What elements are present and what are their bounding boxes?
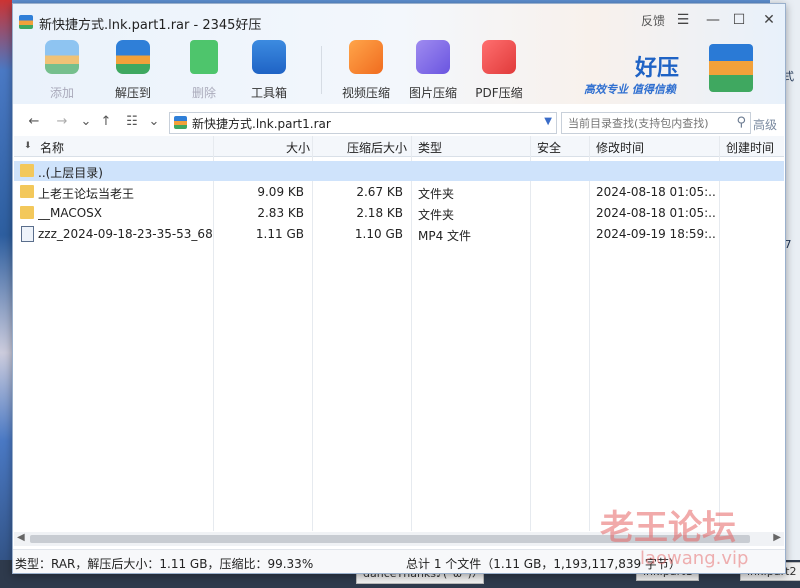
image-compress-button[interactable]: 图片压缩 [403,40,463,101]
image-icon [416,40,450,74]
add-label: 添加 [49,86,74,100]
toolbox-button[interactable]: 工具箱 [239,40,299,101]
file-name: 上老王论坛当老王 [38,187,135,201]
video-compress-label: 视频压缩 [341,86,390,100]
folder-icon [20,185,34,198]
file-list-header: ⬇ 名称 大小 压缩后大小 类型 安全 修改时间 创建时间 [14,136,784,157]
toolbox-icon [252,40,286,74]
add-button[interactable]: 添加 [32,40,92,101]
pdf-compress-label: PDF压缩 [475,86,523,100]
pdf-icon [482,40,516,74]
address-field[interactable]: 新快捷方式.lnk.part1.rar ▼ [169,112,557,134]
recycle-icon [190,40,218,74]
brand-name: 好压 [635,56,680,81]
image-compress-label: 图片压缩 [408,86,457,100]
file-type: MP4 文件 [418,229,472,243]
delete-button[interactable]: 删除 [174,40,234,101]
file-modified: 2024-08-18 01:05:... [596,206,716,220]
close-button[interactable]: ✕ [757,12,781,28]
maximize-button[interactable]: ☐ [727,12,751,28]
forward-button[interactable]: → [53,114,71,129]
desktop-left-strip [0,0,12,588]
delete-label: 删除 [191,86,216,100]
pdf-compress-button[interactable]: PDF压缩 [469,40,529,101]
column-size[interactable]: 大小 [286,139,310,156]
search-icon[interactable]: ⚲ [736,115,746,130]
scroll-left-icon[interactable]: ◀ [17,532,25,543]
toolbox-label: 工具箱 [250,86,287,100]
column-name[interactable]: 名称 [40,139,64,156]
minimize-button[interactable]: — [701,12,725,28]
file-name: __MACOSX [38,206,103,220]
file-type: 文件夹 [418,187,455,201]
file-name: zzz_2024-09-18-23-35-53_68... [38,227,213,241]
column-modified[interactable]: 修改时间 [596,139,644,156]
file-type: 文件夹 [418,208,455,222]
toolbar-divider [321,46,322,94]
extract-label: 解压到 [114,86,151,100]
folder-icon [20,164,34,177]
file-size: 9.09 KB [257,185,304,199]
video-file-icon [21,226,34,242]
archive-icon [174,116,187,129]
folder-icon [20,206,34,219]
file-size: 1.11 GB [255,227,304,241]
column-packed-size[interactable]: 压缩后大小 [347,139,407,156]
file-name: ..(上层目录) [38,166,103,180]
extract-icon [116,40,150,74]
sort-icon: ⬇ [24,141,32,151]
feedback-button[interactable]: 反馈 [641,12,665,29]
scroll-right-icon[interactable]: ▶ [773,532,781,543]
address-dropdown-icon[interactable]: ▼ [544,116,552,127]
file-packed-size: 2.18 KB [356,206,403,220]
back-button[interactable]: ← [25,114,43,129]
brand-slogan: 高效专业 值得信赖 [584,83,676,96]
view-dropdown-icon[interactable]: ⌄ [145,114,163,129]
column-created[interactable]: 创建时间 [726,139,774,156]
column-type[interactable]: 类型 [418,139,442,156]
watermark-text: 老王论坛 [600,508,736,548]
search-box[interactable]: ⚲ [561,112,751,134]
watermark-url: laowang.vip [640,548,749,569]
video-icon [349,40,383,74]
haozip-window: 新快捷方式.lnk.part1.rar - 2345好压 反馈 ☰ — ☐ ✕ … [12,3,786,574]
brand-logo-icon [709,44,753,92]
add-icon [45,40,79,74]
app-logo-icon [19,15,33,29]
address-bar: ← → ⌄ ↑ ☷ ⌄ 新快捷方式.lnk.part1.rar ▼ ⚲ 高级 [13,110,785,134]
file-packed-size: 2.67 KB [356,185,403,199]
file-list: ⬇ 名称 大小 压缩后大小 类型 安全 修改时间 创建时间 ..(上层目录) 上… [14,136,784,531]
view-mode-button[interactable]: ☷ [123,114,141,129]
up-button[interactable]: ↑ [97,114,115,129]
file-modified: 2024-09-19 18:59:... [596,227,716,241]
advanced-search-button[interactable]: 高级 [753,116,777,133]
video-compress-button[interactable]: 视频压缩 [336,40,396,101]
search-input[interactable] [566,116,730,131]
file-size: 2.83 KB [257,206,304,220]
table-row[interactable]: zzz_2024-09-18-23-35-53_68... 1.11 GB 1.… [14,224,784,244]
status-archive-info: 类型：RAR，解压后大小：1.11 GB，压缩比：99.33% [15,557,314,571]
table-row[interactable]: 上老王论坛当老王 9.09 KB 2.67 KB 文件夹 2024-08-18 … [14,182,784,202]
file-packed-size: 1.10 GB [354,227,403,241]
column-security[interactable]: 安全 [537,139,561,156]
forward-dropdown-icon[interactable]: ⌄ [77,114,95,129]
table-row[interactable]: ..(上层目录) [14,161,784,181]
address-path: 新快捷方式.lnk.part1.rar [192,117,331,131]
table-row[interactable]: __MACOSX 2.83 KB 2.18 KB 文件夹 2024-08-18 … [14,203,784,223]
menu-icon[interactable]: ☰ [671,12,695,28]
window-title: 新快捷方式.lnk.part1.rar - 2345好压 [39,18,262,33]
extract-button[interactable]: 解压到 [103,40,163,101]
file-modified: 2024-08-18 01:05:... [596,185,716,199]
title-toolbar-area: 新快捷方式.lnk.part1.rar - 2345好压 反馈 ☰ — ☐ ✕ … [13,4,785,104]
